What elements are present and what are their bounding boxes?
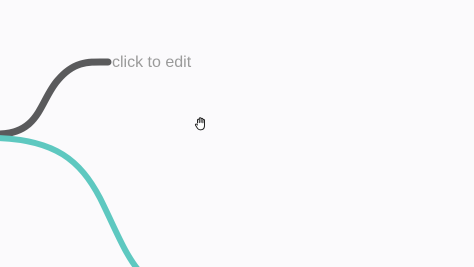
- node-label[interactable]: click to edit: [112, 53, 191, 73]
- hand-grab-icon: [194, 117, 205, 131]
- branch-teal[interactable]: [0, 135, 140, 267]
- branch-dark[interactable]: [0, 58, 112, 138]
- branch-layer: [0, 58, 140, 267]
- mindmap-canvas[interactable]: click to edit: [0, 0, 474, 267]
